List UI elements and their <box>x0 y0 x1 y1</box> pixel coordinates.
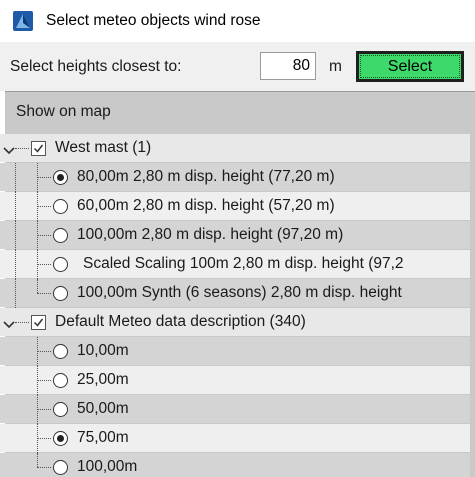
height-unit: m <box>329 58 342 75</box>
tree-item-row[interactable]: 50,00m <box>0 395 470 424</box>
tree-item-row[interactable]: 25,00m <box>0 366 470 395</box>
tree-connector <box>37 467 51 468</box>
tree-item-row[interactable]: 100,00m 2,80 m disp. height (97,20 m) <box>0 221 470 250</box>
tree-item-row[interactable]: 10,00m <box>0 337 470 366</box>
tree-connector <box>37 264 51 265</box>
tree-connector <box>37 351 51 352</box>
height-radio[interactable] <box>53 460 68 475</box>
height-radio[interactable] <box>53 402 68 417</box>
tree-connector <box>15 279 16 308</box>
tree-item-row[interactable]: 80,00m 2,80 m disp. height (77,20 m) <box>0 163 470 192</box>
height-radio[interactable] <box>53 257 68 272</box>
height-item-label: 100,00m Synth (6 seasons) 2,80 m disp. h… <box>77 284 402 301</box>
tree-connector <box>37 206 51 207</box>
height-radio[interactable] <box>53 170 68 185</box>
height-radio[interactable] <box>53 286 68 301</box>
tree-item-row[interactable]: 60,00m 2,80 m disp. height (57,20 m) <box>0 192 470 221</box>
panel-header: Show on map <box>5 91 475 130</box>
height-item-label: 50,00m <box>77 400 129 417</box>
tree-item-row[interactable]: 75,00m <box>0 424 470 453</box>
tree-connector <box>15 250 16 279</box>
tree-connector <box>37 177 51 178</box>
chevron-down-icon[interactable] <box>3 317 15 329</box>
tree-item-row[interactable]: Scaled Scaling 100m 2,80 m disp. height … <box>0 250 470 279</box>
app-icon <box>13 11 33 31</box>
tree-group-label: West mast (1) <box>55 139 152 156</box>
tree-group-row[interactable]: Default Meteo data description (340) <box>0 308 470 336</box>
group-checkbox[interactable] <box>31 315 46 330</box>
height-radio[interactable] <box>53 431 68 446</box>
tree-connector <box>37 453 38 467</box>
height-item-label: 60,00m 2,80 m disp. height (57,20 m) <box>77 197 335 214</box>
select-button[interactable]: Select <box>356 51 464 82</box>
title-bar: Select meteo objects wind rose <box>0 0 475 42</box>
tree-connector <box>37 380 51 381</box>
tree-connector <box>15 322 29 323</box>
height-item-label: 100,00m 2,80 m disp. height (97,20 m) <box>77 226 344 243</box>
height-radio[interactable] <box>53 199 68 214</box>
height-item-label: 10,00m <box>77 342 129 359</box>
height-input[interactable] <box>260 52 316 80</box>
tree-connector <box>37 438 51 439</box>
tree-connector <box>37 409 51 410</box>
tree-connector <box>15 192 16 221</box>
chevron-down-icon[interactable] <box>3 143 15 155</box>
tree-connector <box>37 293 51 294</box>
height-item-label: Scaled Scaling 100m 2,80 m disp. height … <box>83 255 404 272</box>
height-item-label: 25,00m <box>77 371 129 388</box>
window-title: Select meteo objects wind rose <box>46 12 261 29</box>
group-checkbox[interactable] <box>31 141 46 156</box>
height-radio[interactable] <box>53 344 68 359</box>
height-radio[interactable] <box>53 373 68 388</box>
tree-item-row[interactable]: 100,00m Synth (6 seasons) 2,80 m disp. h… <box>0 279 470 308</box>
tree-group-row[interactable]: West mast (1) <box>0 134 470 162</box>
tree-connector <box>15 148 29 149</box>
height-item-label: 80,00m 2,80 m disp. height (77,20 m) <box>77 168 335 185</box>
heights-label: Select heights closest to: <box>10 58 182 75</box>
meteo-tree: West mast (1) 80,00m 2,80 m disp. height … <box>0 134 470 477</box>
tree-connector <box>37 235 51 236</box>
tree-group-label: Default Meteo data description (340) <box>55 313 306 330</box>
show-on-map-label: Show on map <box>16 103 111 120</box>
tree-item-row[interactable]: 100,00m <box>0 453 470 477</box>
tree-connector <box>15 221 16 250</box>
tree-connector <box>15 163 16 192</box>
height-radio[interactable] <box>53 228 68 243</box>
tree-connector <box>37 279 38 293</box>
height-item-label: 100,00m <box>77 458 138 475</box>
height-item-label: 75,00m <box>77 429 129 446</box>
